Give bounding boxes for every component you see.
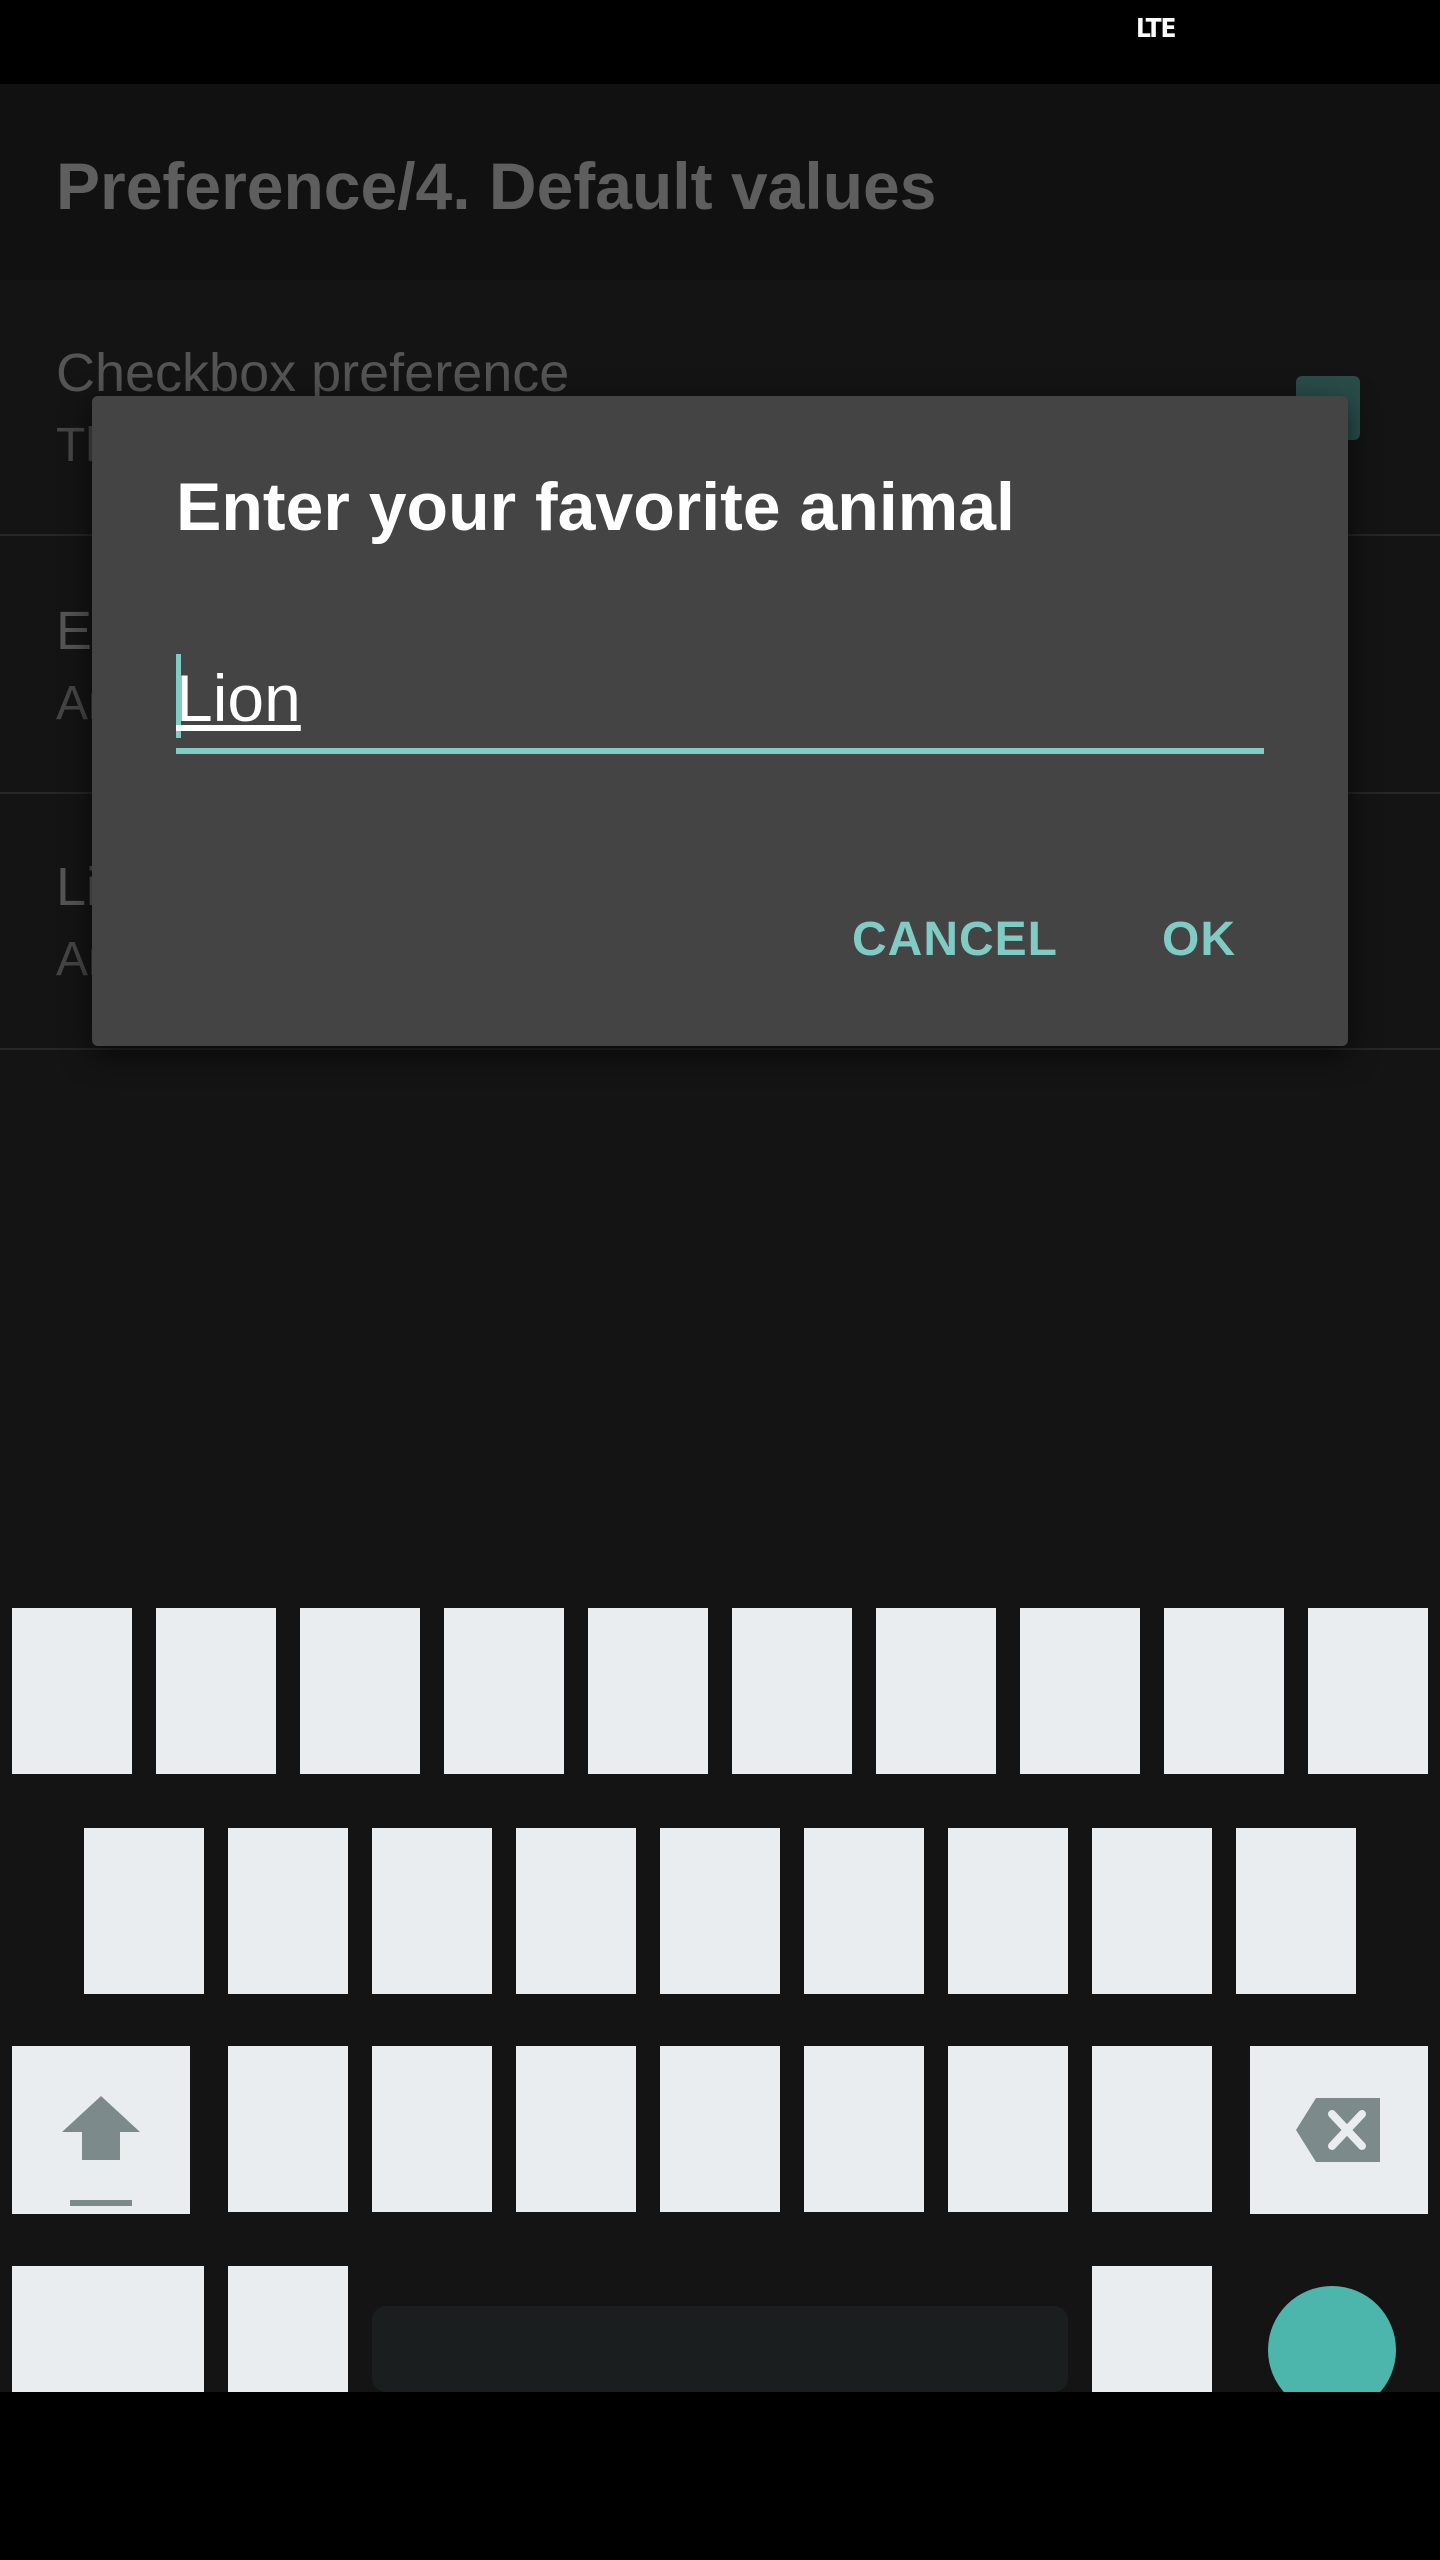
toolbar: Preference/4. Default values xyxy=(0,84,1440,280)
pref-title: Checkbox preference xyxy=(56,343,570,403)
keyboard-key[interactable] xyxy=(1164,1608,1284,1774)
shift-key[interactable] xyxy=(12,2046,190,2214)
keyboard-key[interactable] xyxy=(876,1608,996,1774)
keyboard-key[interactable] xyxy=(948,2046,1068,2212)
network-indicator: LTE xyxy=(1136,14,1177,44)
edit-text-dialog: Enter your favorite animal Lion CANCEL O… xyxy=(92,396,1348,1046)
animal-input-value: Lion xyxy=(176,661,301,735)
keyboard-key[interactable] xyxy=(156,1608,276,1774)
soft-keyboard xyxy=(0,1584,1440,2476)
keyboard-key[interactable] xyxy=(516,2046,636,2212)
keyboard-key[interactable] xyxy=(948,1828,1068,1994)
keyboard-key[interactable] xyxy=(732,1608,852,1774)
keyboard-key[interactable] xyxy=(588,1608,708,1774)
keyboard-key[interactable] xyxy=(804,2046,924,2212)
keyboard-key[interactable] xyxy=(1020,1608,1140,1774)
backspace-key[interactable] xyxy=(1250,2046,1428,2214)
keyboard-key[interactable] xyxy=(228,1828,348,1994)
keyboard-key[interactable] xyxy=(372,1828,492,1994)
keyboard-key[interactable] xyxy=(660,2046,780,2212)
keyboard-key[interactable] xyxy=(12,1608,132,1774)
shift-icon xyxy=(62,2096,140,2206)
keyboard-key[interactable] xyxy=(1308,1608,1428,1774)
keyboard-key[interactable] xyxy=(1092,2046,1212,2212)
animal-input[interactable]: Lion xyxy=(176,654,1264,754)
page-title: Preference/4. Default values xyxy=(56,149,937,223)
backspace-icon xyxy=(1296,2098,1380,2162)
keyboard-key[interactable] xyxy=(804,1828,924,1994)
keyboard-key[interactable] xyxy=(516,1828,636,1994)
keyboard-key[interactable] xyxy=(300,1608,420,1774)
keyboard-key[interactable] xyxy=(444,1608,564,1774)
keyboard-key[interactable] xyxy=(660,1828,780,1994)
keyboard-key[interactable] xyxy=(1092,1828,1212,1994)
status-bar: LTE xyxy=(0,0,1440,84)
navigation-bar xyxy=(0,2392,1440,2560)
cancel-button[interactable]: CANCEL xyxy=(852,912,1058,967)
keyboard-key[interactable] xyxy=(1236,1828,1356,1994)
dialog-title: Enter your favorite animal xyxy=(176,469,1015,545)
keyboard-key[interactable] xyxy=(84,1828,204,1994)
space-bar[interactable] xyxy=(372,2306,1068,2392)
keyboard-key[interactable] xyxy=(372,2046,492,2212)
keyboard-key[interactable] xyxy=(228,2046,348,2212)
ok-button[interactable]: OK xyxy=(1162,912,1236,967)
